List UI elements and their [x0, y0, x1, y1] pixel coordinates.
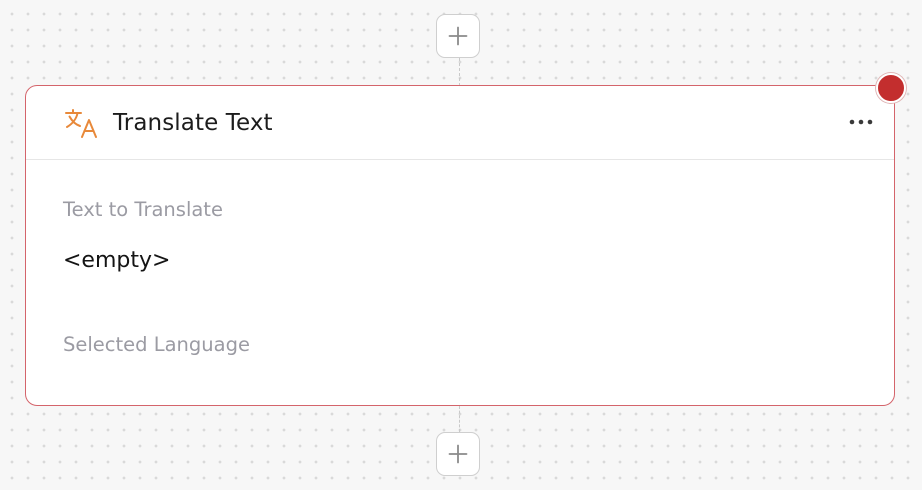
node-header[interactable]: Translate Text — [26, 86, 894, 160]
node-menu-button[interactable] — [846, 110, 876, 134]
node-title: Translate Text — [113, 110, 273, 136]
connector-line-bottom — [459, 406, 460, 432]
error-status-indicator — [876, 73, 906, 103]
field-label-selected-language: Selected Language — [63, 333, 250, 356]
plus-icon — [448, 26, 468, 46]
more-horizontal-icon — [849, 119, 873, 125]
add-step-button-bottom[interactable] — [436, 432, 480, 476]
connector-line-top — [459, 58, 460, 86]
plus-icon — [448, 444, 468, 464]
workflow-canvas[interactable]: Translate Text Text to Translate <empty>… — [0, 0, 922, 490]
field-value-text-to-translate: <empty> — [63, 248, 171, 273]
field-label-text-to-translate: Text to Translate — [63, 198, 223, 221]
translate-icon — [65, 109, 97, 138]
add-step-button-top[interactable] — [436, 14, 480, 58]
translate-text-node[interactable]: Translate Text Text to Translate <empty>… — [25, 85, 895, 406]
